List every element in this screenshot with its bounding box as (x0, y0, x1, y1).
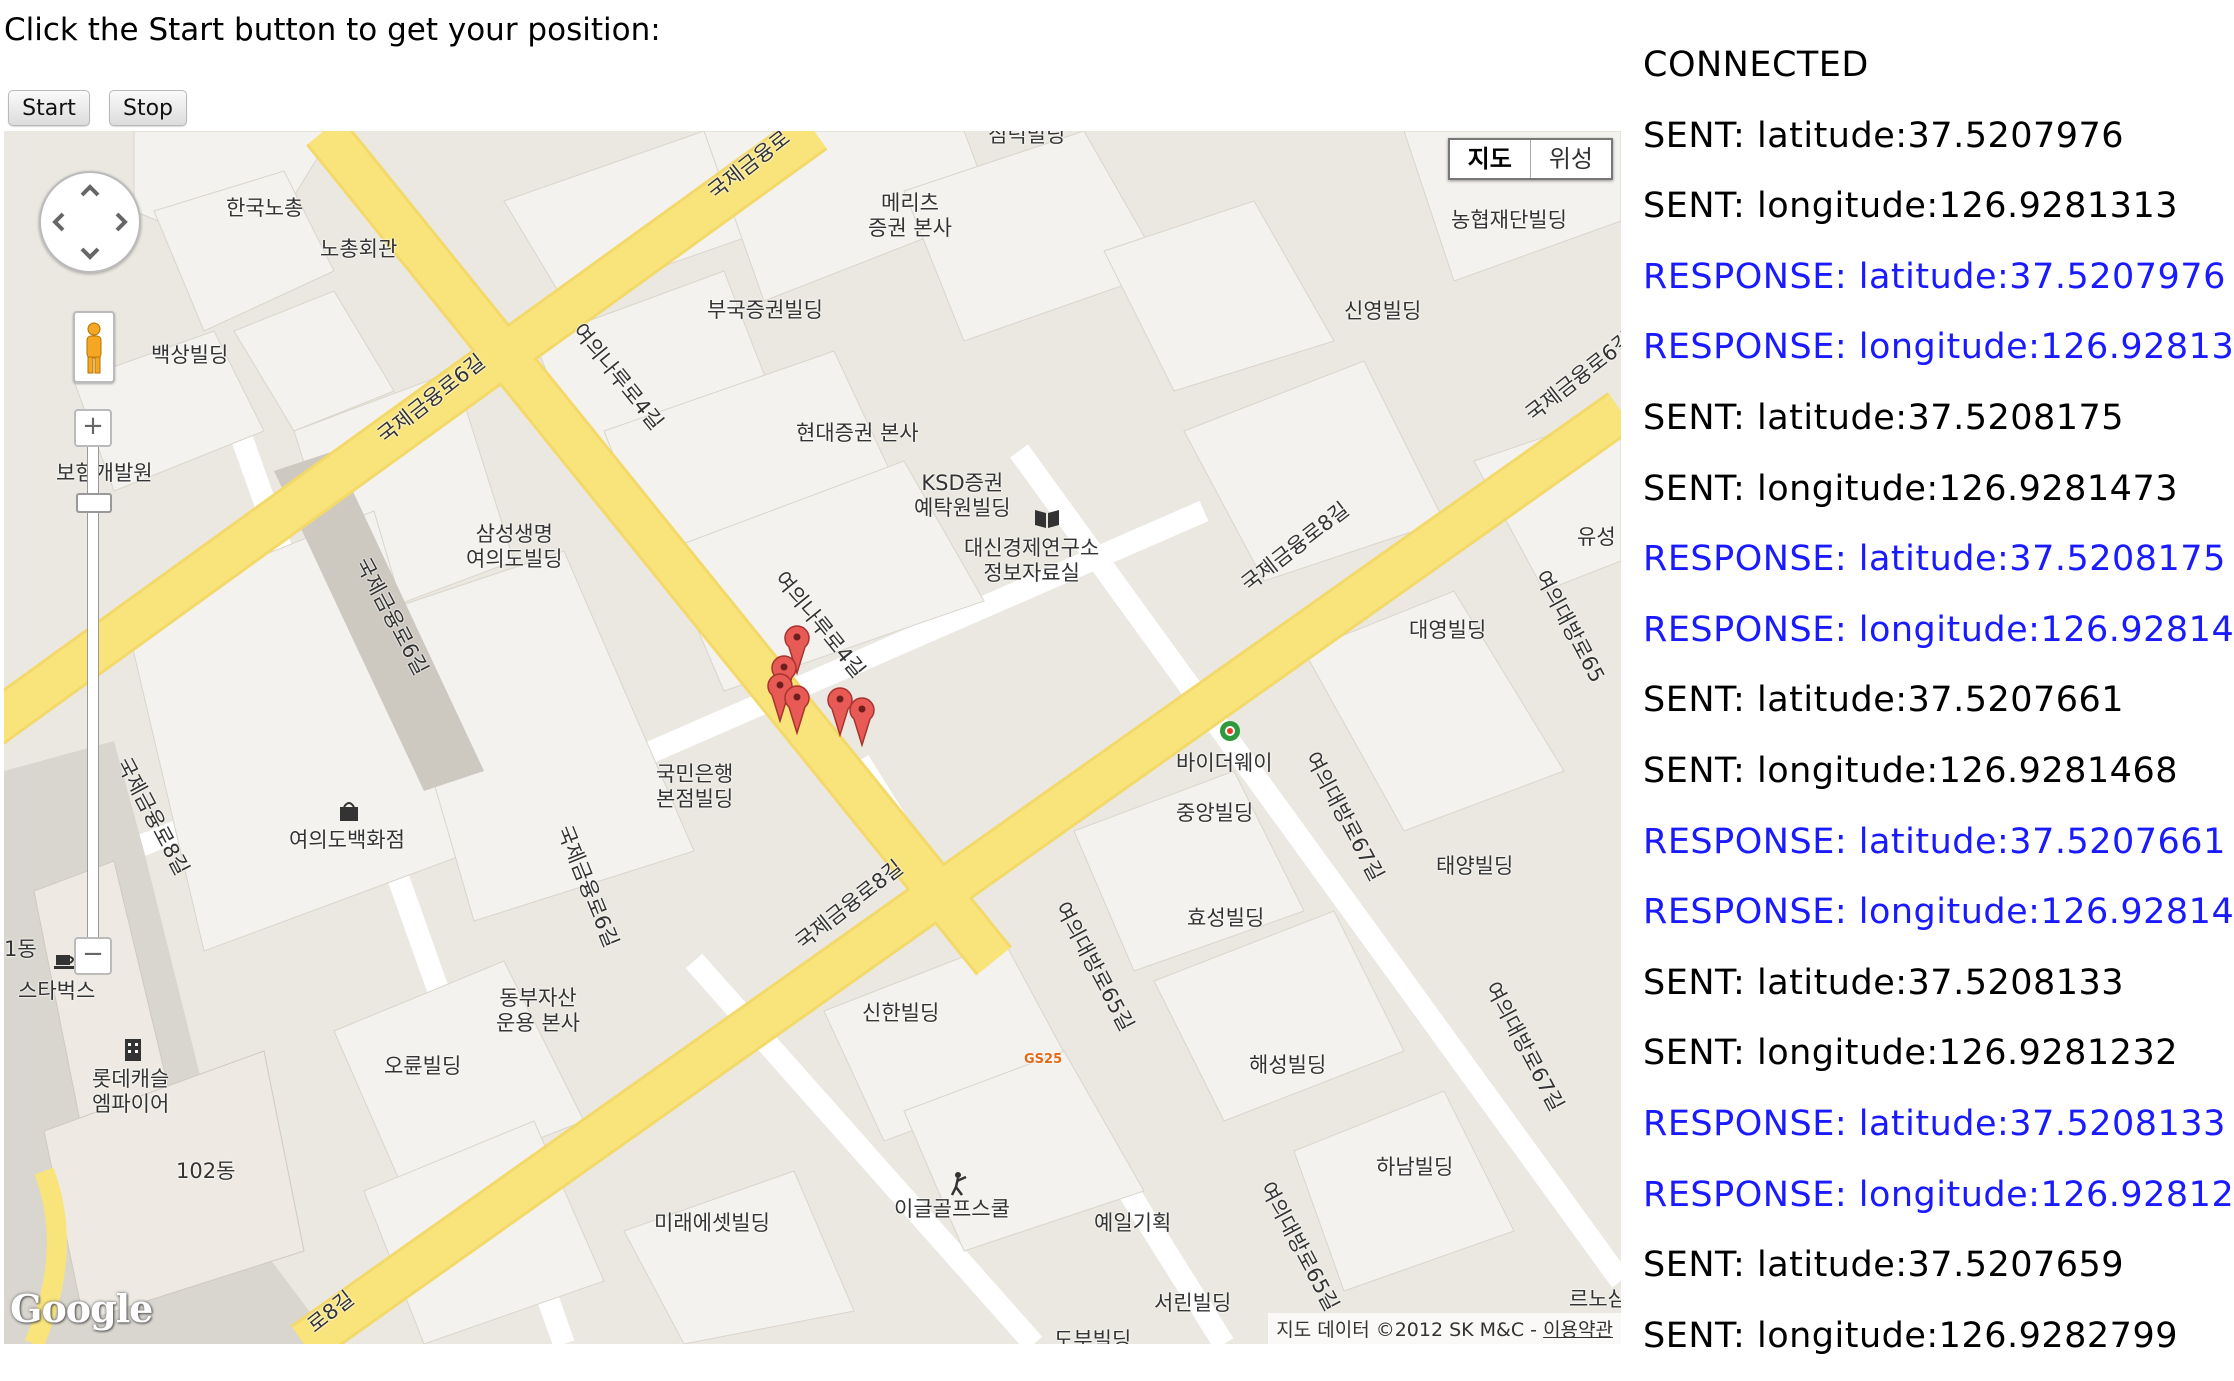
place-label: 롯데캐슬 엠파이어 (92, 1067, 170, 1117)
place-label: 신한빌딩 (862, 1001, 940, 1025)
log-line-sent: SENT: latitude:37.5207976 (1643, 115, 2125, 156)
place-label: 유성 (1577, 525, 1616, 549)
street-view-pegman[interactable] (73, 311, 115, 383)
place-label: 오륜빌딩 (384, 1054, 462, 1078)
place-label: 태양빌딩 (1436, 854, 1514, 878)
log-line-response: RESPONSE: latitude:37.5208175 (1643, 539, 2226, 580)
place-label: 대신경제연구소 정보자료실 (964, 536, 1100, 586)
place-label: 이글골프스쿨 (894, 1197, 1010, 1221)
zoom-in-button[interactable]: + (74, 409, 112, 447)
place-label: 심덕빌딩 (988, 131, 1066, 147)
log-line-response: RESPONSE: longitude:126.9281232 (1643, 1174, 2234, 1215)
place-label: 미래에셋빌딩 (654, 1211, 770, 1235)
map-type-control: 지도 위성 (1447, 138, 1613, 180)
book-icon (1035, 510, 1059, 528)
place-label: 동부자산 운용 본사 (496, 986, 580, 1036)
place-label: 르노삼성 (1569, 1287, 1621, 1311)
place-label: 메리츠 증권 본사 (868, 191, 952, 241)
log-line-sent: SENT: longitude:126.9281313 (1643, 186, 2178, 227)
place-label: 현대증권 본사 (796, 421, 919, 445)
log-line-sent: SENT: longitude:126.9281232 (1643, 1033, 2178, 1074)
place-label: 바이더웨이 (1176, 751, 1273, 775)
log-line-response: RESPONSE: latitude:37.5208133 (1643, 1103, 2226, 1144)
convenience-store-icon (1220, 721, 1240, 741)
log-line-sent: SENT: latitude:37.5207661 (1643, 680, 2125, 721)
place-label: 예일기획 (1094, 1211, 1172, 1235)
place-label: 1동 (4, 937, 37, 961)
pan-arrows-icon (52, 184, 128, 260)
shopping-bag-icon (340, 802, 358, 821)
place-label: 하남빌딩 (1376, 1155, 1454, 1179)
log-line-response: RESPONSE: longitude:126.9281313 (1643, 327, 2234, 368)
place-label: 대영빌딩 (1409, 618, 1487, 642)
place-label: 백상빌딩 (151, 343, 229, 367)
place-label: 서린빌딩 (1154, 1291, 1232, 1315)
log-line-response: RESPONSE: latitude:37.5207976 (1643, 256, 2226, 297)
map-type-satellite-button[interactable]: 위성 (1531, 140, 1611, 178)
building-icon (125, 1039, 141, 1061)
log-line-sent: SENT: longitude:126.9281473 (1643, 468, 2178, 509)
place-label: 스타벅스 (18, 979, 96, 1003)
message-log: CONNECTED SENT: latitude:37.5207976 SENT: … (1643, 40, 2234, 1381)
place-label: 보험개발원 (56, 461, 153, 485)
log-line-sent: SENT: latitude:37.5207659 (1643, 1245, 2125, 1286)
zoom-out-button[interactable]: − (74, 937, 112, 975)
log-line-sent: SENT: latitude:37.5208175 (1643, 397, 2125, 438)
log-line-response: RESPONSE: longitude:126.9281468 (1643, 892, 2234, 933)
golf-icon (950, 1172, 967, 1196)
zoom-slider-handle[interactable] (76, 493, 112, 513)
log-line-response: RESPONSE: latitude:37.5207661 (1643, 821, 2226, 862)
place-label: 중앙빌딩 (1176, 801, 1254, 825)
place-label: 부국증권빌딩 (707, 298, 823, 322)
place-label: 한국노총 (226, 196, 304, 220)
stop-button[interactable]: Stop (109, 90, 187, 126)
copyright-text: 지도 데이터 ©2012 SK M&C - (1276, 1319, 1544, 1341)
place-label: 노총회관 (320, 237, 398, 261)
map-copyright: 지도 데이터 ©2012 SK M&C - 이용약관 (1268, 1313, 1621, 1344)
log-line-response: RESPONSE: longitude:126.9281473 (1643, 609, 2234, 650)
map-type-map-button[interactable]: 지도 (1450, 140, 1531, 178)
pegman-icon (86, 322, 102, 374)
place-label: 농협재단빌딩 (1451, 208, 1567, 232)
place-label: 여의도백화점 (289, 828, 405, 852)
gs25-logo: GS25 (1024, 1052, 1063, 1067)
terms-link[interactable]: 이용약관 (1543, 1319, 1613, 1341)
instruction-text: Click the Start button to get your posit… (4, 12, 661, 48)
pan-control[interactable] (39, 171, 141, 273)
log-line-sent: SENT: longitude:126.9281468 (1643, 750, 2178, 791)
place-label: 신영빌딩 (1344, 299, 1422, 323)
google-logo[interactable]: Google (10, 1286, 153, 1331)
log-line-sent: SENT: longitude:126.9282799 (1643, 1315, 2178, 1356)
place-label: 해성빌딩 (1249, 1053, 1327, 1077)
log-line-sent: SENT: latitude:37.5208133 (1643, 962, 2125, 1003)
place-label: KSD증권 예탁원빌딩 (914, 471, 1011, 521)
place-label: 도부빌딩 (1054, 1328, 1132, 1344)
place-label: 삼성생명 여의도빌딩 (466, 522, 563, 572)
map-canvas[interactable]: 한국노총 노총회관 백상빌딩 보험개발원 삼성생명 여의도빌딩 여의도백화점 스… (4, 131, 1621, 1344)
location-marker-icon[interactable] (848, 695, 876, 747)
place-label: 국민은행 본점빌딩 (656, 762, 734, 812)
location-marker-icon[interactable] (783, 683, 811, 735)
start-button[interactable]: Start (8, 90, 90, 126)
log-line-info: CONNECTED (1643, 45, 1869, 85)
place-label: 효성빌딩 (1187, 906, 1265, 930)
place-label: 102동 (176, 1159, 236, 1183)
